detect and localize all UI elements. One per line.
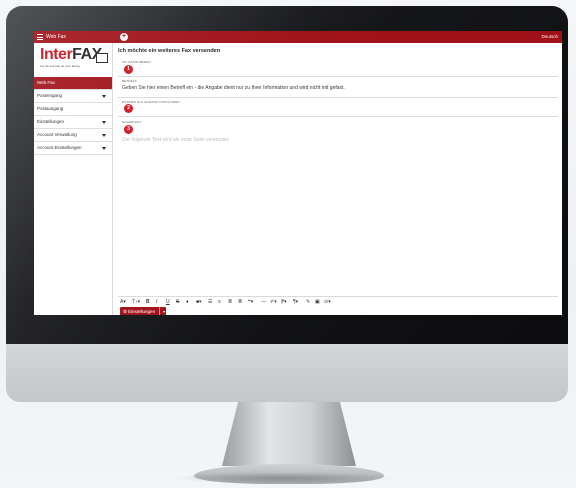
sidebar-item-postausgang[interactable]: Postausgang bbox=[34, 103, 112, 116]
sidebar-item-einstellungen[interactable]: Einstellungen bbox=[34, 116, 112, 129]
gear-icon: ⚙ bbox=[123, 309, 128, 314]
sidebar-item-label: Postausgang bbox=[37, 106, 64, 111]
font-size-button[interactable]: T↕▾ bbox=[132, 297, 140, 307]
unordered-list-button[interactable]: ☰ bbox=[208, 297, 212, 307]
step-3-badge: 3 bbox=[124, 125, 133, 134]
hamburger-menu-icon[interactable] bbox=[37, 34, 43, 40]
paragraph-style-button[interactable]: ■▾ bbox=[196, 297, 202, 307]
attachment-label: DATEIEN ALS ANHANG HOCHLADEN bbox=[122, 100, 180, 104]
monitor-chin bbox=[6, 344, 568, 402]
underline-button[interactable]: U bbox=[166, 297, 170, 307]
page-title: Ich möchte ein weiteres Fax versenden bbox=[118, 48, 221, 54]
monitor-stand-neck bbox=[222, 402, 356, 466]
main-content: Ich möchte ein weiteres Fax versenden AN… bbox=[118, 43, 558, 315]
quote-button[interactable]: ❝▾ bbox=[248, 297, 253, 307]
sidebar-item-label: Web Fax bbox=[37, 80, 55, 85]
subject-divider bbox=[118, 97, 558, 98]
message-editor[interactable]: Der folgende Text wird als erste Seite v… bbox=[122, 137, 229, 143]
subject-label: BETREFF bbox=[122, 79, 138, 83]
step-2-badge: 2 bbox=[124, 104, 133, 113]
chevron-down-icon bbox=[162, 311, 165, 313]
bold-button[interactable]: B bbox=[146, 297, 150, 307]
top-bar: Web Fax + Deutsch bbox=[34, 31, 562, 43]
message-label: NACHRICHT bbox=[122, 120, 142, 124]
highlight-button[interactable]: ♦ bbox=[186, 297, 189, 307]
strikethrough-button[interactable]: S bbox=[176, 297, 179, 307]
ordered-list-button[interactable]: ≡ bbox=[218, 297, 221, 307]
logo-tagline: Let the internet do your faxing bbox=[40, 64, 80, 68]
recipient-input[interactable] bbox=[118, 76, 558, 77]
italic-button[interactable]: I bbox=[156, 297, 157, 307]
sidebar-item-account-einstellungen[interactable]: Account Einstellungen bbox=[34, 142, 112, 155]
caret-down-icon bbox=[102, 121, 106, 124]
recipient-label: AN (FAXNUMMER) bbox=[122, 60, 151, 64]
sidebar-item-label: Einstellungen bbox=[37, 119, 65, 124]
paint-format-icon[interactable]: ⁋▾ bbox=[281, 297, 287, 307]
settings-button[interactable]: ⚙Einstellungen bbox=[120, 307, 166, 315]
caret-down-icon bbox=[102, 134, 106, 137]
paragraph-mark-icon[interactable]: ¶▾ bbox=[293, 297, 298, 307]
sidebar-nav: Web Fax Posteingang Postausgang Einstell… bbox=[34, 77, 112, 155]
settings-button-label: Einstellungen bbox=[128, 309, 156, 314]
screen: Web Fax + Deutsch InterFAX Let the inter… bbox=[34, 31, 562, 315]
logo-wordmark: InterFAX bbox=[40, 47, 102, 63]
editor-toolbar: A▾ T↕▾ B I U S ♦ ■▾ ☰ ≡ ≣ ≣ ❝▾ — ✐▾ ⁋▾ ¶… bbox=[118, 297, 558, 307]
app-title: Web Fax bbox=[46, 34, 66, 40]
sidebar-item-label: Account Verwaltung bbox=[37, 132, 77, 137]
indent-button[interactable]: ≣ bbox=[228, 297, 232, 307]
link-icon[interactable]: ✎ bbox=[306, 297, 310, 307]
pencil-icon[interactable]: ✐▾ bbox=[270, 297, 277, 307]
caret-down-icon bbox=[102, 147, 106, 150]
fax-machine-icon bbox=[96, 53, 108, 63]
sidebar: InterFAX Let the internet do your faxing… bbox=[34, 43, 113, 315]
emoji-icon[interactable]: ⊙▾ bbox=[324, 297, 331, 307]
settings-dropdown-toggle[interactable] bbox=[159, 307, 166, 315]
subject-input[interactable]: Geben Sie hier einen Betreff ein - die A… bbox=[122, 85, 345, 91]
language-selector[interactable]: Deutsch bbox=[541, 33, 558, 41]
sidebar-item-account-verwaltung[interactable]: Account Verwaltung bbox=[34, 129, 112, 142]
font-color-button[interactable]: A▾ bbox=[120, 297, 126, 307]
sidebar-item-web-fax[interactable]: Web Fax bbox=[34, 77, 112, 90]
outdent-button[interactable]: ≣ bbox=[238, 297, 242, 307]
monitor: Web Fax + Deutsch InterFAX Let the inter… bbox=[6, 6, 568, 484]
sidebar-item-label: Account Einstellungen bbox=[37, 145, 82, 150]
logo-part1: Inter bbox=[40, 46, 73, 63]
sidebar-item-posteingang[interactable]: Posteingang bbox=[34, 90, 112, 103]
image-icon[interactable]: ▣ bbox=[315, 297, 320, 307]
interfax-logo[interactable]: InterFAX Let the internet do your faxing bbox=[40, 47, 108, 73]
attachment-dropzone[interactable] bbox=[118, 116, 558, 117]
stand-shadow bbox=[170, 472, 396, 484]
horizontal-rule-button[interactable]: — bbox=[261, 297, 266, 307]
caret-down-icon bbox=[102, 95, 106, 98]
sidebar-item-label: Posteingang bbox=[37, 93, 63, 98]
plus-circle-icon[interactable]: + bbox=[120, 33, 128, 41]
step-1-badge: 1 bbox=[124, 65, 133, 74]
